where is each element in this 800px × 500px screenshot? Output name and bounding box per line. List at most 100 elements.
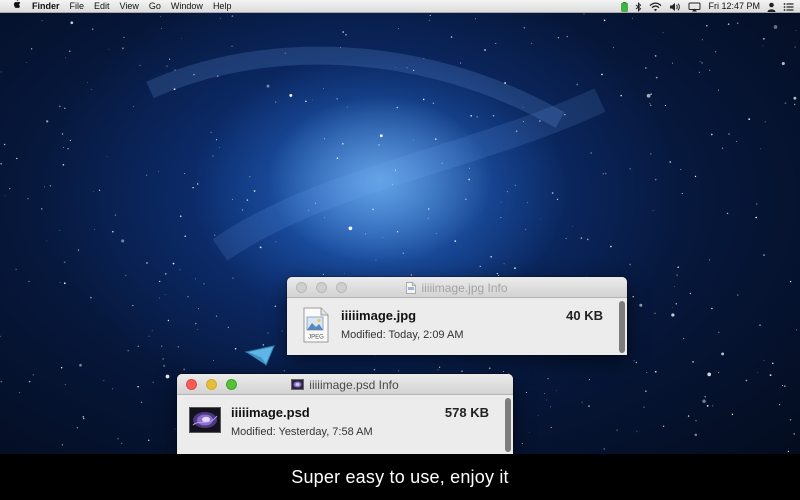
star xyxy=(336,98,339,100)
psd-info-window[interactable]: iiiiimage.psd Info iiiiimage.psd 578 KB … xyxy=(177,374,513,454)
star xyxy=(523,26,526,29)
star xyxy=(406,67,408,69)
star xyxy=(79,363,82,367)
star xyxy=(639,303,643,307)
volume-icon[interactable] xyxy=(669,0,681,13)
window-titlebar[interactable]: iiiiimage.psd Info xyxy=(177,374,513,395)
star xyxy=(159,280,161,283)
star xyxy=(231,15,234,17)
star xyxy=(275,241,277,243)
star xyxy=(782,385,783,387)
star xyxy=(588,405,590,407)
star xyxy=(46,120,49,123)
star xyxy=(748,118,751,120)
star xyxy=(475,18,476,20)
star xyxy=(785,102,787,104)
star xyxy=(203,283,205,285)
battery-charging-icon[interactable] xyxy=(621,0,629,13)
star xyxy=(794,103,796,106)
star xyxy=(147,439,150,442)
menu-help[interactable]: Help xyxy=(208,0,237,13)
scrollbar-thumb[interactable] xyxy=(619,301,625,353)
airplay-icon[interactable] xyxy=(688,0,701,13)
star xyxy=(706,405,709,407)
star xyxy=(460,62,462,64)
star xyxy=(165,273,167,275)
menu-clock[interactable]: Fri 12:47 PM xyxy=(708,0,760,13)
star xyxy=(347,106,349,108)
bluetooth-icon[interactable] xyxy=(635,0,642,13)
caption-text: Super easy to use, enjoy it xyxy=(291,466,509,487)
star xyxy=(307,209,309,211)
star xyxy=(215,315,218,317)
star xyxy=(63,146,65,149)
star xyxy=(590,152,592,154)
star xyxy=(323,138,326,140)
user-icon[interactable] xyxy=(767,0,776,13)
star xyxy=(709,259,711,261)
star xyxy=(184,173,186,175)
star xyxy=(289,93,293,97)
star xyxy=(148,335,150,337)
star xyxy=(521,443,523,445)
menu-finder[interactable]: Finder xyxy=(27,0,65,13)
star xyxy=(699,61,701,63)
star xyxy=(762,37,765,40)
star xyxy=(398,370,400,372)
star xyxy=(531,42,533,45)
menu-view[interactable]: View xyxy=(115,0,144,13)
star xyxy=(620,94,622,97)
star xyxy=(434,138,437,140)
star xyxy=(322,273,324,276)
notification-center-icon[interactable] xyxy=(783,0,794,13)
star xyxy=(503,263,505,265)
star xyxy=(9,188,11,190)
star xyxy=(769,374,772,376)
menu-window[interactable]: Window xyxy=(166,0,208,13)
star xyxy=(382,237,384,238)
star xyxy=(4,195,6,197)
star xyxy=(654,55,657,57)
star xyxy=(528,432,530,434)
star xyxy=(364,233,367,235)
scrollbar-thumb[interactable] xyxy=(505,398,511,452)
menu-bar: Finder File Edit View Go Window Help Fri… xyxy=(0,0,800,13)
star xyxy=(789,280,792,283)
star xyxy=(231,45,233,47)
star xyxy=(132,304,134,307)
star xyxy=(718,372,720,374)
star xyxy=(572,225,573,227)
star xyxy=(152,381,154,383)
star xyxy=(227,326,229,328)
star xyxy=(514,267,516,269)
star xyxy=(547,378,549,380)
menu-edit[interactable]: Edit xyxy=(89,0,115,13)
star xyxy=(495,43,497,45)
star xyxy=(246,199,249,201)
menu-file[interactable]: File xyxy=(65,0,90,13)
star xyxy=(63,261,66,264)
star xyxy=(44,186,45,188)
star xyxy=(664,104,666,107)
jpeg-file-icon: JPEG xyxy=(301,307,331,348)
star xyxy=(93,191,94,193)
menu-go[interactable]: Go xyxy=(144,0,166,13)
star xyxy=(612,47,614,49)
star xyxy=(181,37,182,39)
star xyxy=(378,144,380,146)
star xyxy=(515,130,518,133)
window-titlebar[interactable]: iiiiimage.jpg Info xyxy=(287,277,627,298)
star xyxy=(428,19,431,22)
star xyxy=(763,359,765,361)
star xyxy=(395,67,396,68)
star xyxy=(379,134,383,138)
star xyxy=(69,50,71,52)
star xyxy=(117,438,119,440)
star xyxy=(672,307,673,309)
wifi-icon[interactable] xyxy=(649,0,662,13)
window-title-text: iiiiimage.jpg Info xyxy=(421,280,508,295)
star xyxy=(497,274,500,277)
apple-logo-icon[interactable] xyxy=(0,0,27,13)
jpg-info-window[interactable]: iiiiimage.jpg Info JPEG iiiiimage.jpg 40… xyxy=(287,277,627,355)
star xyxy=(275,101,277,103)
